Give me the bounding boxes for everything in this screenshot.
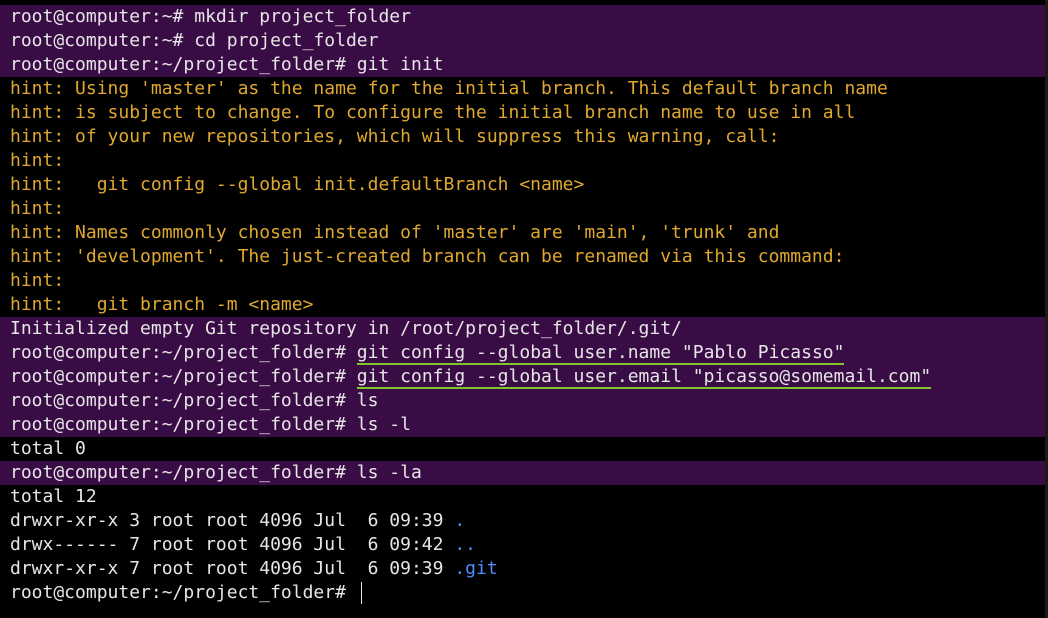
terminal-line: root@computer:~/project_folder# git conf… — [0, 365, 1048, 389]
prompt: root@computer:~/project_folder# — [10, 462, 346, 483]
terminal-line: root@computer:~# cd project_folder — [0, 29, 1048, 53]
listing-row: drwxr-xr-x 7 root root 4096 Jul 6 09:39 … — [10, 558, 498, 579]
command: mkdir project_folder — [194, 6, 411, 27]
command: git init — [356, 54, 444, 75]
command-underlined: git config --global user.name "Pablo Pic… — [356, 342, 845, 365]
hint-line: hint: of your new repositories, which wi… — [10, 126, 780, 147]
terminal-input-line[interactable]: root@computer:~/project_folder# — [0, 581, 1048, 605]
hint-line: hint: — [10, 198, 65, 219]
terminal-line: root@computer:~/project_folder# git conf… — [0, 341, 1048, 365]
output-line: total 0 — [10, 438, 86, 459]
dir-name: . — [454, 510, 466, 531]
prompt: root@computer:~/project_folder# — [10, 366, 346, 387]
terminal-line: root@computer:~/project_folder# ls -l — [0, 413, 1048, 437]
prompt: root@computer:~/project_folder# — [10, 414, 346, 435]
text-cursor — [360, 582, 362, 604]
hint-line: hint: Using 'master' as the name for the… — [10, 78, 888, 99]
prompt: root@computer:~/project_folder# — [10, 54, 346, 75]
command-underlined: git config --global user.email "picasso@… — [356, 366, 932, 389]
terminal-line: root@computer:~# mkdir project_folder — [0, 5, 1048, 29]
hint-line: hint: — [10, 270, 65, 291]
hint-line: hint: Names commonly chosen instead of '… — [10, 222, 780, 243]
listing-row: drwx------ 7 root root 4096 Jul 6 09:42 … — [10, 534, 477, 555]
prompt: root@computer:~# — [10, 30, 184, 51]
hint-line: hint: git config --global init.defaultBr… — [10, 174, 585, 195]
hint-line: hint: is subject to change. To configure… — [10, 102, 856, 123]
terminal-line: root@computer:~/project_folder# ls -la — [0, 461, 1048, 485]
command: ls -la — [356, 462, 422, 483]
prompt: root@computer:~/project_folder# — [10, 390, 346, 411]
terminal-window[interactable]: root@computer:~# mkdir project_folder ro… — [0, 0, 1048, 618]
output-line: total 12 — [10, 486, 97, 507]
hint-line: hint: — [10, 150, 65, 171]
terminal-line: root@computer:~/project_folder# ls — [0, 389, 1048, 413]
command: cd project_folder — [194, 30, 379, 51]
listing-row: drwxr-xr-x 3 root root 4096 Jul 6 09:39 … — [10, 510, 466, 531]
prompt: root@computer:~/project_folder# — [10, 342, 346, 363]
hint-line: hint: 'development'. The just-created br… — [10, 246, 845, 267]
dir-name: .git — [454, 558, 498, 579]
command: ls — [356, 390, 379, 411]
prompt: root@computer:~/project_folder# — [10, 582, 346, 603]
dir-name: .. — [454, 534, 477, 555]
output-line: Initialized empty Git repository in /roo… — [0, 317, 1048, 341]
terminal-line: root@computer:~/project_folder# git init — [0, 53, 1048, 77]
prompt: root@computer:~# — [10, 6, 184, 27]
command: ls -l — [356, 414, 411, 435]
hint-line: hint: git branch -m <name> — [10, 294, 314, 315]
